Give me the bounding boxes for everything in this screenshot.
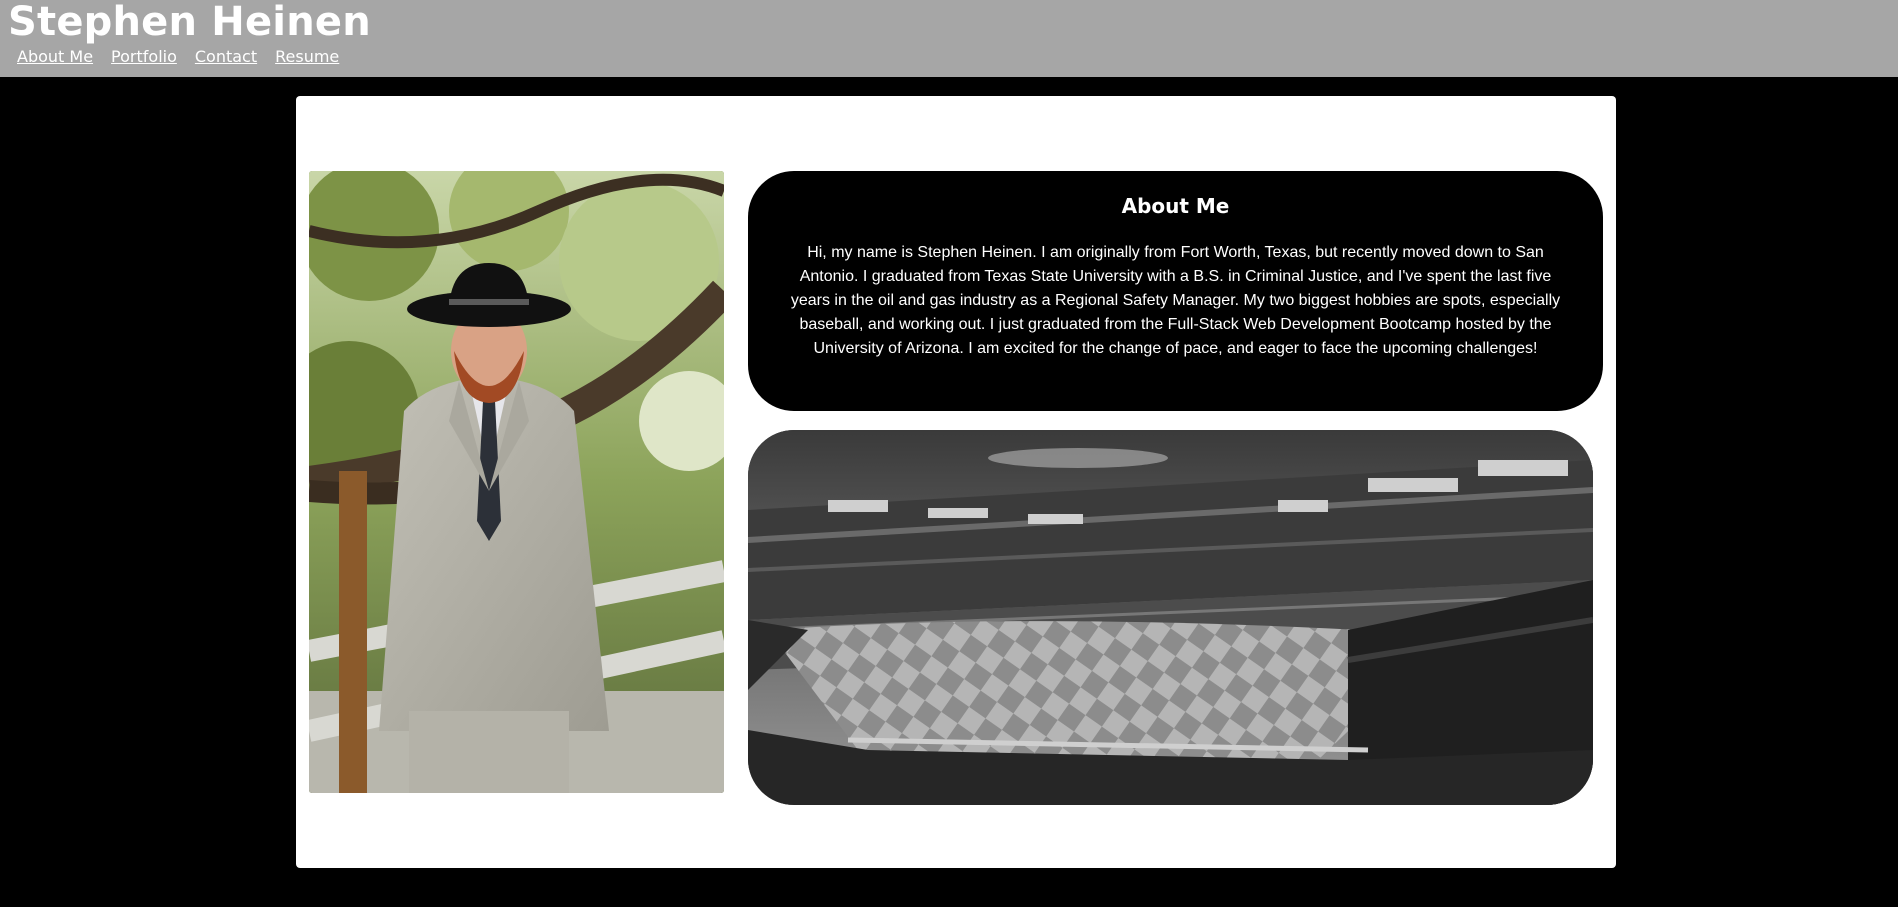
about-card: About Me Hi, my name is Stephen Heinen. … xyxy=(296,96,1616,868)
main-nav: About Me Portfolio Contact Resume xyxy=(17,47,357,67)
stadium-illustration xyxy=(748,430,1593,805)
about-text: Hi, my name is Stephen Heinen. I am orig… xyxy=(790,244,1561,357)
about-section: About Me Hi, my name is Stephen Heinen. … xyxy=(748,171,1603,411)
stadium-photo xyxy=(748,430,1593,805)
nav-resume-link[interactable]: Resume xyxy=(275,47,339,67)
portrait-photo xyxy=(309,171,724,793)
nav-portfolio-link[interactable]: Portfolio xyxy=(111,47,177,67)
nav-contact-link[interactable]: Contact xyxy=(195,47,257,67)
site-header: Stephen Heinen About Me Portfolio Contac… xyxy=(0,0,1898,77)
about-heading: About Me xyxy=(1121,194,1230,218)
portrait-illustration xyxy=(309,171,724,793)
site-title: Stephen Heinen xyxy=(8,0,371,45)
nav-about-me-link[interactable]: About Me xyxy=(17,47,93,67)
